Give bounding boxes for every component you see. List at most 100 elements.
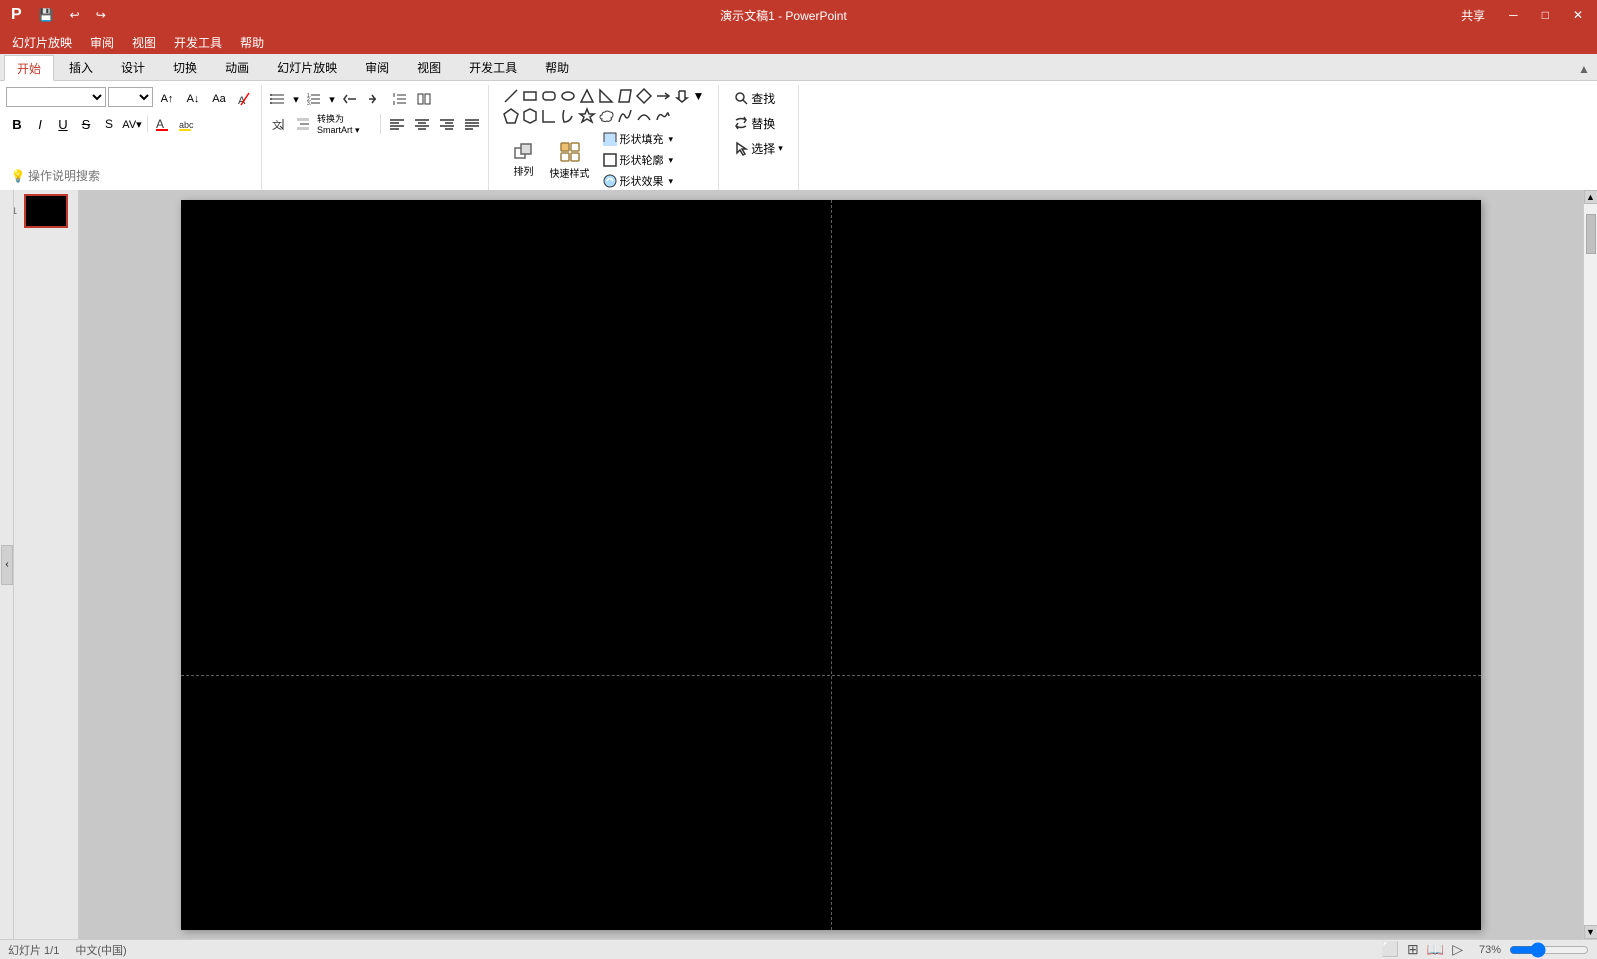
redo-icon[interactable]: ↪ [90,6,112,24]
shadow-button[interactable]: S [98,114,120,134]
shape-effect-dropdown[interactable]: ▾ [669,176,674,187]
shape-right-angle-btn[interactable] [540,107,558,125]
shape-arc-btn[interactable] [635,107,653,125]
shape-right-triangle-btn[interactable] [597,87,615,105]
undo-icon[interactable]: ↩ [64,6,86,24]
increase-indent-button[interactable] [363,87,387,111]
tab-view[interactable]: 视图 [404,54,454,80]
shape-line-btn[interactable] [502,87,520,105]
replace-button[interactable]: 替换 [727,112,782,134]
shape-pentagon-btn[interactable] [502,107,520,125]
slide-info: 幻灯片 1/1 [8,942,59,958]
save-icon[interactable]: 💾 [33,6,60,24]
shape-parallelogram-btn[interactable] [616,87,634,105]
arrange-button[interactable]: 排列 [502,134,546,186]
italic-button[interactable]: I [29,114,51,134]
select-dropdown[interactable]: ▾ [778,143,783,154]
font-family-select[interactable] [6,87,106,107]
scroll-down-button[interactable]: ▼ [1584,925,1597,939]
shape-down-arrow-btn[interactable] [673,87,691,105]
slideshow-button[interactable]: ▷ [1452,941,1463,958]
bold-button[interactable]: B [6,114,28,134]
tab-slideshow[interactable]: 幻灯片放映 [264,54,350,80]
line-spacing-button[interactable] [388,87,412,111]
bullets-button[interactable] [266,87,290,111]
shape-triangle-btn[interactable] [578,87,596,105]
shape-cloud-btn[interactable] [597,107,615,125]
close-icon[interactable]: ✕ [1567,6,1589,24]
tab-design[interactable]: 设计 [108,54,158,80]
slide-thumbnail-1[interactable]: 1 [24,194,68,228]
numbering-dropdown[interactable]: ▾ [327,87,337,111]
shape-oval-btn[interactable] [559,87,577,105]
quick-styles-button[interactable]: 快速样式 [548,134,592,186]
shape-curve-btn[interactable] [616,107,634,125]
zoom-slider[interactable] [1509,943,1589,957]
canvas-area[interactable] [79,190,1583,939]
change-case-button[interactable]: Aa [207,87,231,111]
thumbnail-strip[interactable]: 1 [14,190,79,939]
strikethrough-button[interactable]: S [75,114,97,134]
menu-item-developer[interactable]: 开发工具 [166,31,230,53]
tab-developer[interactable]: 开发工具 [456,54,530,80]
slide-sorter-button[interactable]: ⊞ [1407,941,1419,958]
font-size-select[interactable] [108,87,153,107]
shape-fill-button[interactable]: 形状填充 ▾ [598,129,679,149]
tab-insert[interactable]: 插入 [56,54,106,80]
numbering-button[interactable]: 1.2.3. [302,87,326,111]
align-text-button[interactable] [291,112,315,136]
menu-item-help[interactable]: 帮助 [232,31,272,53]
share-button[interactable]: 共享 [1455,5,1491,26]
tab-animations[interactable]: 动画 [212,54,262,80]
decrease-indent-button[interactable] [338,87,362,111]
increase-font-size-button[interactable]: A↑ [155,87,179,111]
align-right-button[interactable] [435,112,459,136]
shape-hexagon-btn[interactable] [521,107,539,125]
normal-view-button[interactable]: ⬜ [1382,941,1399,958]
minimize-icon[interactable]: ─ [1503,6,1524,24]
convert-smartart-button[interactable]: 转换为 SmartArt ▾ [316,112,376,136]
select-button[interactable]: 选择 ▾ [727,137,790,159]
menu-item-slideshow[interactable]: 幻灯片放映 [4,31,80,53]
scroll-track[interactable] [1584,204,1597,925]
text-direction-button[interactable]: 文 [266,112,290,136]
font-color-button[interactable]: A [152,114,174,134]
menu-item-review[interactable]: 审阅 [82,31,122,53]
shape-bracket-btn[interactable] [559,107,577,125]
shape-star-btn[interactable] [578,107,596,125]
tab-transitions[interactable]: 切换 [160,54,210,80]
shapes-more-btn[interactable]: ▼ [692,87,706,105]
panel-collapse-button[interactable]: ‹ [1,545,13,585]
bullets-dropdown[interactable]: ▾ [291,87,301,111]
restore-icon[interactable]: □ [1536,6,1555,24]
shape-rounded-rect-btn[interactable] [540,87,558,105]
shape-outline-button[interactable]: 形状轮廓 ▾ [598,150,679,170]
shape-arrow-btn[interactable] [654,87,672,105]
tab-review[interactable]: 审阅 [352,54,402,80]
clear-format-button[interactable]: A [233,87,257,111]
scroll-up-button[interactable]: ▲ [1584,190,1597,204]
align-left-button[interactable] [385,112,409,136]
vertical-scrollbar[interactable]: ▲ ▼ [1583,190,1597,939]
underline-button[interactable]: U [52,114,74,134]
find-button[interactable]: 查找 [727,87,782,109]
ribbon-collapse-button[interactable]: ▲ [1575,58,1593,80]
menu-item-view[interactable]: 视图 [124,31,164,53]
reading-view-button[interactable]: 📖 [1427,941,1444,958]
tab-start[interactable]: 开始 [4,55,54,81]
shape-scribble-btn[interactable] [654,107,672,125]
shape-rect-btn[interactable] [521,87,539,105]
shape-diamond-btn[interactable] [635,87,653,105]
scroll-thumb[interactable] [1586,214,1596,254]
text-highlight-button[interactable]: abc [175,114,197,134]
tab-help[interactable]: 帮助 [532,54,582,80]
shape-fill-dropdown[interactable]: ▾ [669,134,674,145]
align-center-button[interactable] [410,112,434,136]
shape-effect-button[interactable]: 形状效果 ▾ [598,171,679,191]
search-input[interactable] [28,169,228,183]
decrease-font-size-button[interactable]: A↓ [181,87,205,111]
columns-button[interactable] [413,87,437,111]
justify-button[interactable] [460,112,484,136]
char-spacing-button[interactable]: AV▾ [121,114,143,134]
shape-outline-dropdown[interactable]: ▾ [669,155,674,166]
